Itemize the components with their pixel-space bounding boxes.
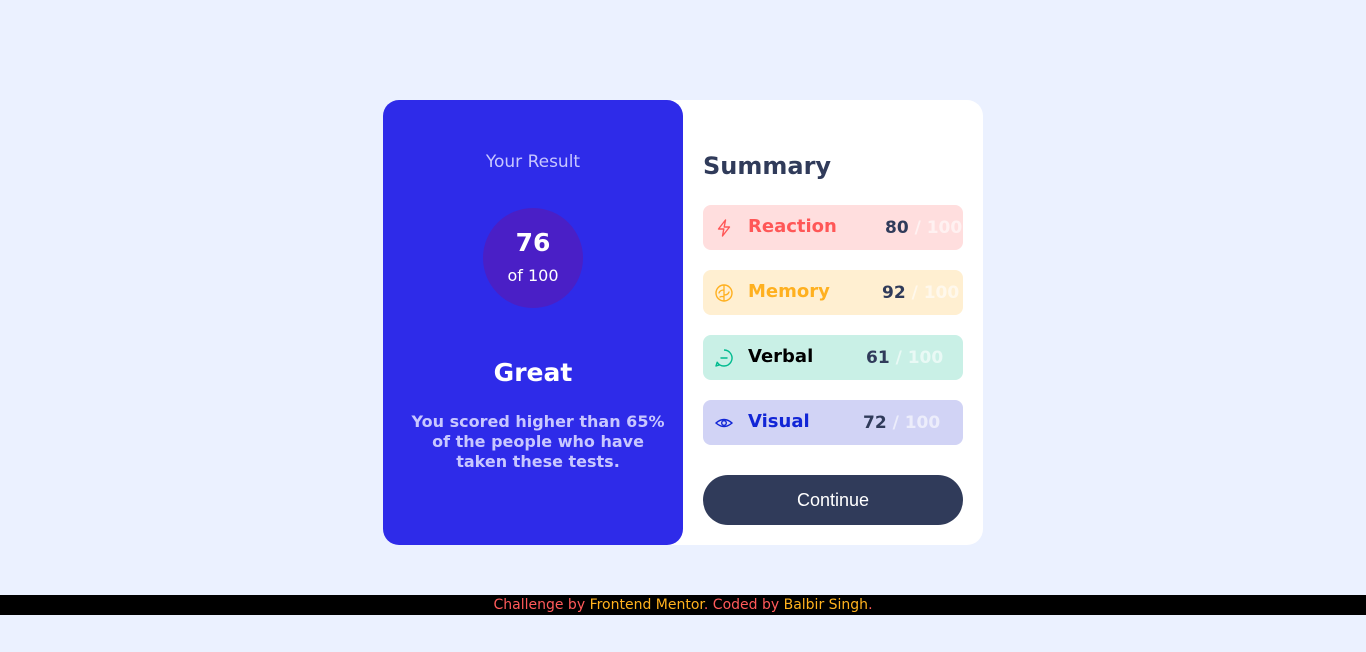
summary-label-reaction: Reaction [748, 216, 837, 237]
summary-score-verbal: 61 / 100 [866, 348, 943, 368]
score-of: of 100 [507, 266, 559, 285]
score-max: / 100 [895, 348, 944, 368]
attribution-footer: Challenge by Frontend Mentor. Coded by B… [0, 595, 1366, 615]
summary-score-memory: 92 / 100 [882, 283, 959, 303]
score-max: / 100 [911, 283, 960, 303]
summary-row-memory: Memory 92 / 100 [703, 270, 963, 315]
score-max: / 100 [914, 218, 963, 238]
frontend-mentor-link[interactable]: Frontend Mentor [590, 597, 704, 613]
footer-prefix: Challenge by [493, 597, 590, 613]
summary-panel: Summary Reaction 80 / 100 Memory 92 / 10… [683, 100, 983, 545]
summary-label-verbal: Verbal [748, 346, 814, 367]
summary-row-reaction: Reaction 80 / 100 [703, 205, 963, 250]
page: Your Result 76 of 100 Great You scored h… [0, 0, 1366, 652]
summary-score-visual: 72 / 100 [863, 413, 940, 433]
chat-icon [714, 348, 734, 368]
score-circle: 76 of 100 [483, 208, 583, 308]
author-link[interactable]: Balbir Singh [784, 597, 868, 613]
result-description: You scored higher than 65% of the people… [411, 412, 665, 471]
lightning-icon [714, 218, 734, 238]
footer-suffix: . [868, 597, 873, 613]
summary-row-verbal: Verbal 61 / 100 [703, 335, 963, 380]
summary-title: Summary [703, 152, 832, 180]
result-panel: Your Result 76 of 100 Great You scored h… [383, 100, 683, 545]
brain-icon [714, 283, 734, 303]
eye-icon [714, 413, 734, 433]
score-value: 76 [515, 228, 551, 257]
results-card: Your Result 76 of 100 Great You scored h… [383, 100, 983, 545]
score-number: 72 [863, 413, 887, 433]
score-number: 80 [885, 218, 909, 238]
summary-row-visual: Visual 72 / 100 [703, 400, 963, 445]
footer-middle: . Coded by [703, 597, 784, 613]
score-max: / 100 [892, 413, 941, 433]
score-number: 61 [866, 348, 890, 368]
result-heading: Your Result [485, 152, 581, 172]
summary-label-memory: Memory [748, 281, 830, 302]
continue-button[interactable]: Continue [703, 475, 963, 525]
score-number: 92 [882, 283, 906, 303]
rating-title: Great [493, 358, 573, 387]
summary-label-visual: Visual [748, 411, 810, 432]
summary-score-reaction: 80 / 100 [885, 218, 962, 238]
